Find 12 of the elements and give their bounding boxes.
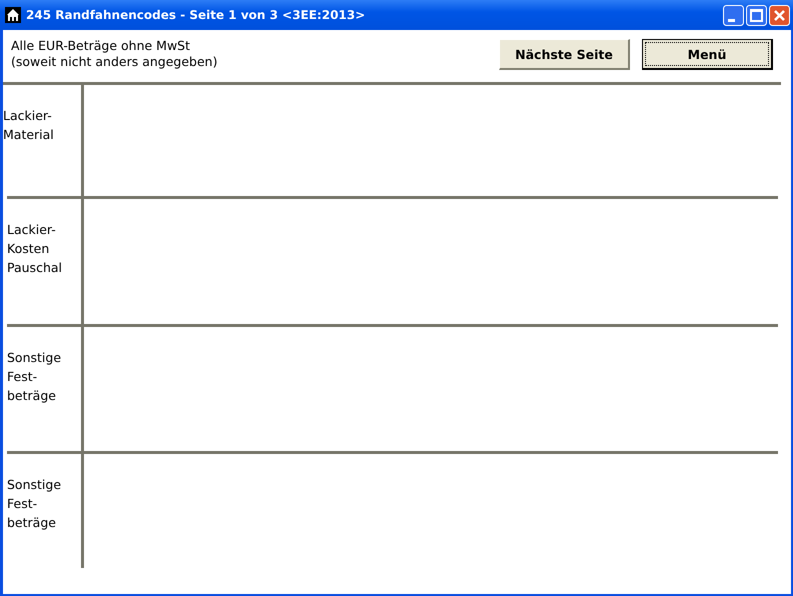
section-label: Sonstige Fest- beträge	[7, 477, 62, 530]
page-button[interactable]: Nächste Seite	[499, 39, 630, 70]
house-icon	[5, 7, 21, 23]
section-label: Lackier- Material	[3, 108, 54, 142]
vat-note: Alle EUR-Beträge ohne MwSt (soweit nicht anders angegeben)	[11, 38, 218, 71]
close-icon[interactable]	[769, 4, 790, 26]
minimize-icon[interactable]	[723, 4, 744, 26]
maximize-icon[interactable]	[746, 4, 767, 26]
section-label: Sonstige Fest- beträge	[7, 350, 62, 403]
section-label: Lackier- Kosten Pauschal	[7, 222, 62, 275]
window-title: 245 Randfahnencodes - Seite 1 von 3 <3EE:2013>	[26, 8, 366, 22]
page-button[interactable]: Menü	[642, 39, 773, 70]
